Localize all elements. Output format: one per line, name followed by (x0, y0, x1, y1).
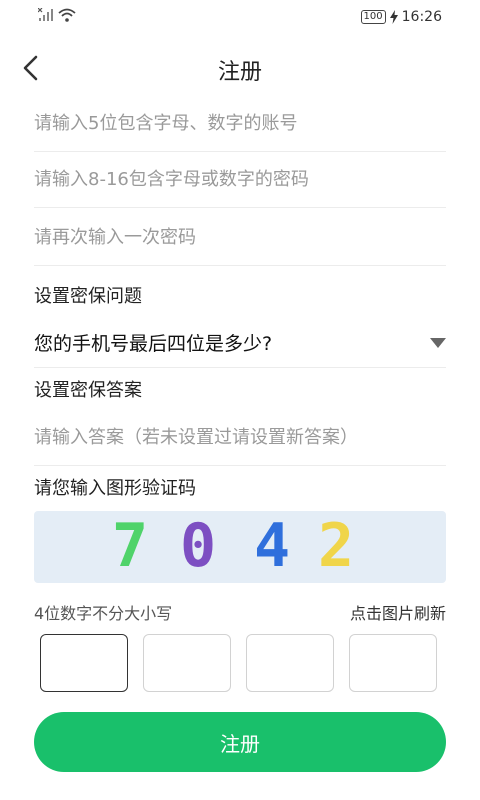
security-question-value: 您的手机号最后四位是多少? (34, 333, 273, 355)
captcha-digit: 4 (254, 511, 291, 581)
account-input[interactable] (34, 96, 446, 151)
status-time: 16:26 (401, 9, 442, 25)
security-answer-input[interactable] (34, 410, 446, 465)
code-input-1[interactable] (41, 635, 131, 693)
confirm-password-field[interactable] (34, 210, 446, 266)
register-button[interactable]: 注册 (34, 712, 446, 772)
code-box-2[interactable] (143, 634, 234, 693)
captcha-digit: 2 (318, 511, 355, 581)
status-left (38, 8, 76, 22)
account-field[interactable] (34, 96, 446, 152)
refresh-captcha-link[interactable]: 点击图片刷新 (350, 600, 446, 624)
confirm-password-input[interactable] (34, 210, 446, 265)
password-field[interactable] (34, 152, 446, 208)
captcha-case-hint: 4位数字不分大小写 (34, 604, 173, 623)
code-input-2[interactable] (144, 635, 234, 693)
security-answer-field[interactable] (34, 410, 446, 466)
caret-down-icon (430, 338, 446, 348)
security-answer-label: 设置密保答案 (34, 380, 142, 401)
security-question-label: 设置密保问题 (34, 286, 142, 307)
status-bar: 100 16:26 (0, 0, 480, 36)
page-title: 注册 (217, 60, 262, 85)
bolt-icon (389, 10, 398, 24)
code-input-4[interactable] (350, 635, 440, 693)
code-box-3[interactable] (246, 634, 337, 693)
signal-icon (38, 8, 53, 21)
code-input-3[interactable] (247, 635, 337, 693)
code-box-1[interactable] (40, 634, 131, 693)
status-right: 100 16:26 (360, 9, 442, 25)
code-box-4[interactable] (349, 634, 440, 693)
captcha-digit: 7 (112, 511, 149, 581)
captcha-digit: 0 (180, 511, 217, 581)
app-header: 注册 (0, 40, 480, 96)
captcha-label: 请您输入图形验证码 (34, 478, 196, 499)
battery-indicator: 100 (360, 10, 386, 24)
password-input[interactable] (34, 152, 446, 207)
security-question-select[interactable]: 您的手机号最后四位是多少? (34, 318, 446, 368)
wifi-icon (58, 8, 76, 22)
captcha-image[interactable]: 7 0 4 2 (34, 511, 446, 583)
